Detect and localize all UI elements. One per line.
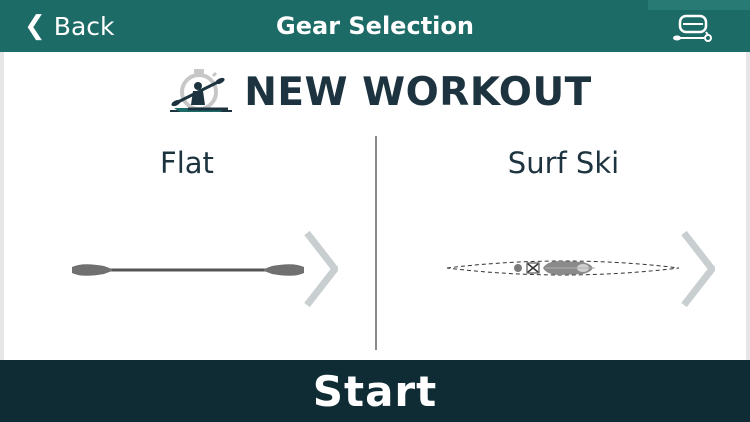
chevron-right-icon	[304, 230, 338, 308]
paddle-sensor-icon	[673, 14, 712, 42]
back-button[interactable]: ❮ Back	[24, 0, 115, 52]
start-button[interactable]: Start	[0, 360, 750, 422]
surf-ski-icon	[446, 260, 680, 276]
heading-text: NEW WORKOUT	[244, 69, 592, 115]
header-bar: ❮ Back Gear Selection	[0, 0, 750, 52]
back-label: Back	[53, 11, 115, 41]
paddle-icon	[72, 264, 304, 276]
kayaker-stopwatch-icon	[170, 69, 233, 112]
option-label-surf-ski: Surf Ski	[507, 146, 620, 180]
chevron-right-icon	[681, 230, 715, 308]
paddle-sensor-button[interactable]	[672, 14, 714, 44]
option-label-flat: Flat	[160, 146, 214, 180]
chevron-left-icon: ❮	[24, 11, 46, 41]
start-label: Start	[312, 366, 438, 416]
status-strip	[648, 0, 750, 10]
gear-option-flat[interactable]: Flat	[0, 126, 373, 358]
gear-option-surf-ski[interactable]: Surf Ski	[377, 126, 750, 358]
workout-heading: NEW WORKOUT	[0, 64, 750, 120]
